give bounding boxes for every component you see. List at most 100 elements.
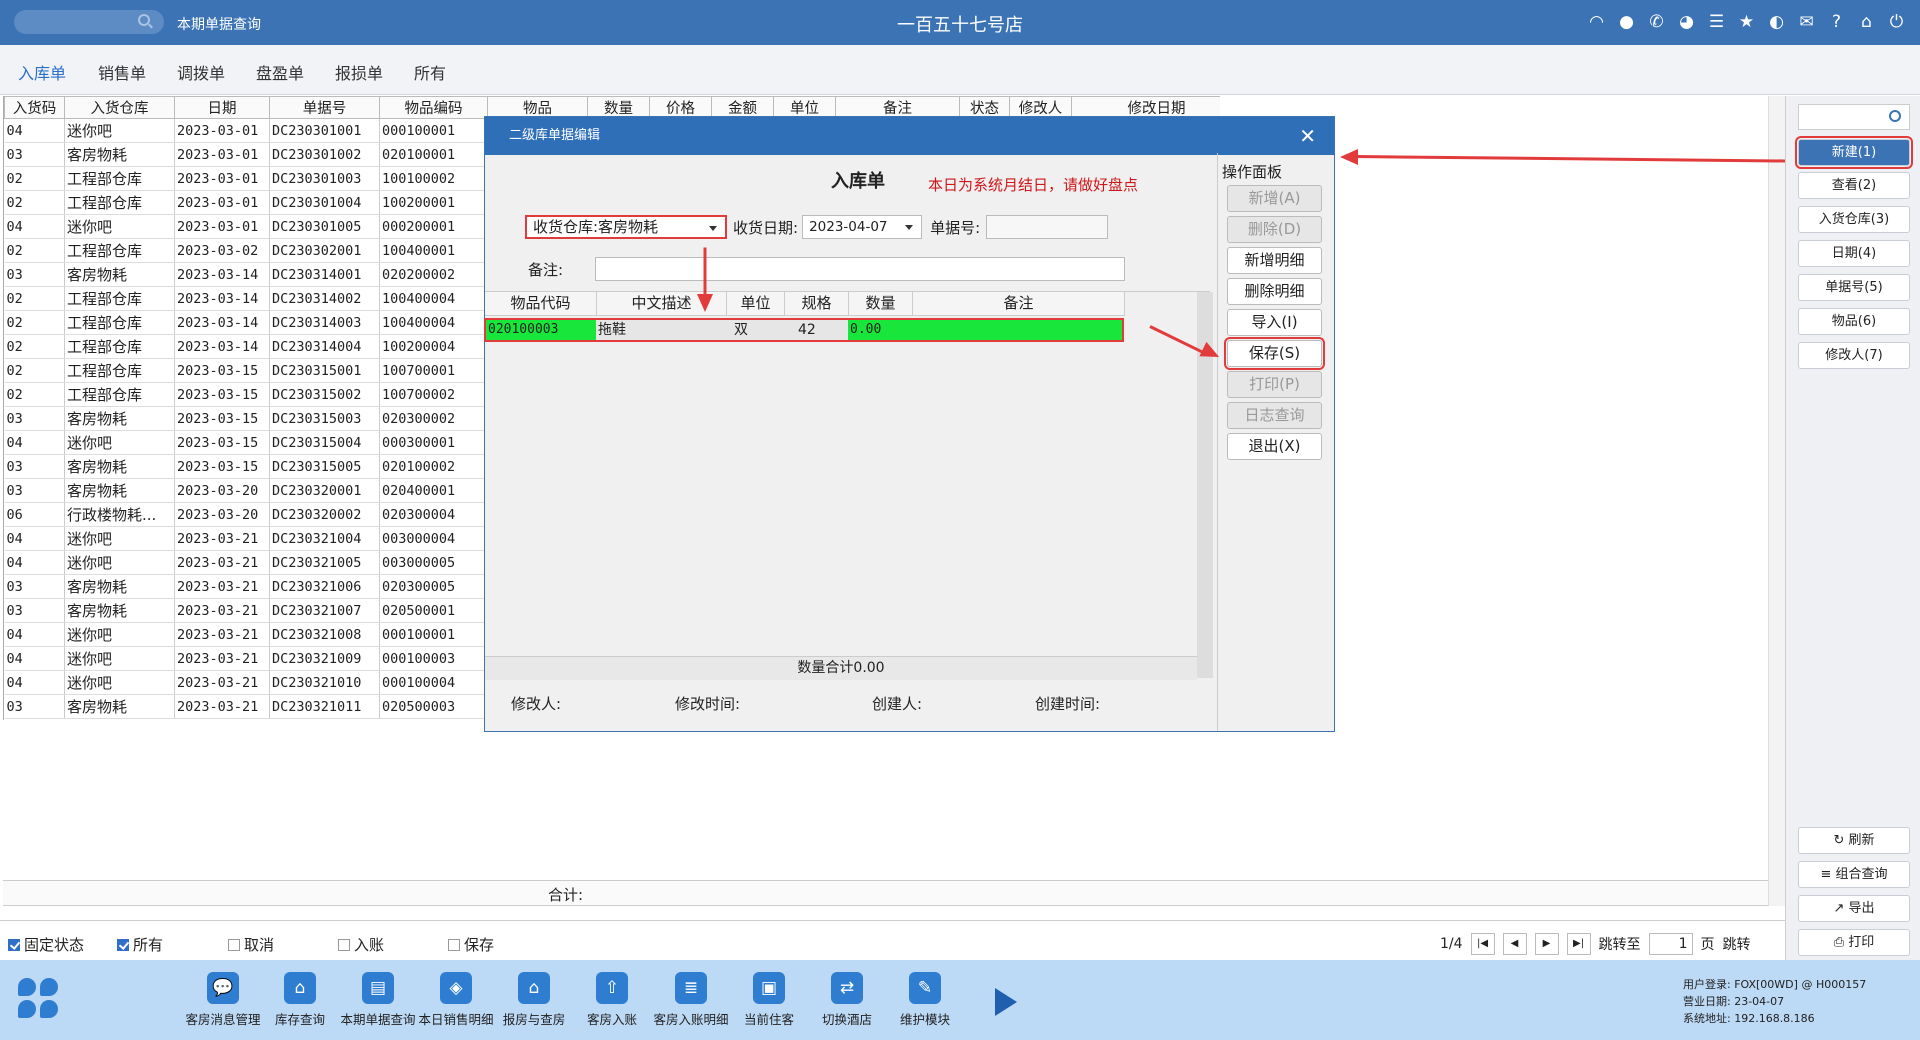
table-cell: 客房物耗 — [64, 406, 175, 431]
checkbox-icon[interactable] — [8, 938, 20, 951]
cell-spec[interactable]: 42 — [784, 320, 848, 340]
checkbox-icon[interactable] — [228, 938, 240, 951]
table-cell: 03 — [4, 478, 65, 503]
cell-item-code[interactable]: 020100003 — [486, 320, 596, 340]
col-spec: 规格 — [785, 292, 849, 316]
filter-cancelled[interactable]: 取消 — [228, 934, 274, 955]
print-doc-button[interactable]: 打印(P) — [1227, 371, 1322, 398]
filter-posted[interactable]: 入账 — [338, 934, 384, 955]
first-page-icon[interactable]: |◀ — [1470, 933, 1495, 955]
button-label: 打印 — [1848, 935, 1875, 950]
print-button[interactable]: ⎙ 打印 — [1798, 929, 1910, 956]
save-button[interactable]: 保存(S) — [1224, 337, 1325, 370]
log-query-button[interactable]: 日志查询 — [1227, 402, 1322, 429]
column-header[interactable]: 单据号 — [269, 96, 380, 119]
taskbar-period-docs[interactable]: ▤ 本期单据查询 — [338, 972, 418, 1028]
receive-date-picker[interactable]: 2023-04-07 — [802, 215, 923, 239]
menu-icon[interactable]: ☰ — [1705, 10, 1728, 34]
delete-detail-button[interactable]: 删除明细 — [1227, 278, 1322, 305]
cell-unit[interactable]: 双 — [726, 320, 784, 340]
dialog-header: 二级库单据编辑 ✕ — [485, 117, 1334, 155]
col-quantity: 数量 — [849, 292, 913, 316]
grid-vertical-scrollbar[interactable] — [1768, 96, 1785, 906]
last-page-icon[interactable]: ▶| — [1566, 933, 1591, 955]
more-arrow-icon[interactable] — [995, 988, 1017, 1016]
cell-description[interactable]: 拖鞋 — [596, 320, 726, 340]
next-page-icon[interactable]: ▶ — [1534, 933, 1559, 955]
power-icon[interactable]: ⏻ — [1885, 10, 1908, 34]
column-header[interactable]: 日期 — [174, 96, 270, 119]
cell-quantity[interactable]: 0.00 — [848, 320, 912, 340]
table-cell: 工程部仓库 — [64, 334, 175, 359]
prev-page-icon[interactable]: ◀ — [1502, 933, 1527, 955]
page-input[interactable]: 1 — [1648, 933, 1693, 955]
taskbar-posting-detail[interactable]: ≣ 客房入账明细 — [651, 972, 731, 1028]
taskbar-room-check[interactable]: ⌂ 报房与查房 — [494, 972, 574, 1028]
tab-all[interactable]: 所有 — [414, 60, 446, 84]
checkbox-icon[interactable] — [448, 938, 460, 951]
table-cell: 020200002 — [379, 262, 488, 287]
exit-button[interactable]: 退出(X) — [1227, 433, 1322, 460]
warehouse-select[interactable]: 收货仓库:客房物耗 — [525, 215, 727, 239]
sort-modifier-button[interactable]: 修改人(7) — [1798, 342, 1910, 369]
tab-surplus[interactable]: 盘盈单 — [256, 60, 304, 84]
add-detail-button[interactable]: 新增明细 — [1227, 247, 1322, 274]
add-button[interactable]: 新增(A) — [1227, 185, 1322, 212]
sort-docno-button[interactable]: 单据号(5) — [1798, 274, 1910, 301]
tab-transfer[interactable]: 调拨单 — [177, 60, 225, 84]
table-cell: 04 — [4, 550, 65, 575]
tab-sales[interactable]: 销售单 — [98, 60, 146, 84]
taskbar-room-messages[interactable]: 💬 客房消息管理 — [183, 972, 263, 1028]
tab-inbound[interactable]: 入库单 — [13, 60, 71, 98]
filter-fixed-status[interactable]: 固定状态 — [8, 934, 84, 955]
form-title: 入库单 — [831, 171, 885, 192]
wifi-icon[interactable]: ◠ — [1585, 10, 1608, 34]
sort-item-button[interactable]: 物品(6) — [1798, 308, 1910, 335]
delete-button[interactable]: 删除(D) — [1227, 216, 1322, 243]
taskbar-maintenance[interactable]: ✎ 维护模块 — [885, 972, 965, 1028]
chat-icon[interactable]: ● — [1615, 10, 1638, 34]
taskbar-inventory-query[interactable]: ⌂ 库存查询 — [260, 972, 340, 1028]
mail-icon[interactable]: ✉ — [1795, 10, 1818, 34]
filter-saved[interactable]: 保存 — [448, 934, 494, 955]
button-label: 导出 — [1848, 901, 1875, 916]
column-header[interactable]: 入货仓库 — [64, 96, 175, 119]
column-header[interactable]: 物品编码 — [379, 96, 488, 119]
table-cell: 迷你吧 — [64, 526, 175, 551]
remark-input[interactable] — [595, 257, 1125, 281]
cell-remark[interactable] — [912, 320, 1122, 340]
sort-date-button[interactable]: 日期(4) — [1798, 240, 1910, 267]
star-icon[interactable]: ★ — [1735, 10, 1758, 34]
table-cell: 迷你吧 — [64, 118, 175, 143]
taskbar-daily-sales[interactable]: ◈ 本日销售明细 — [416, 972, 496, 1028]
jump-button[interactable]: 跳转 — [1723, 934, 1751, 954]
tab-loss[interactable]: 报损单 — [335, 60, 383, 84]
taskbar-switch-hotel[interactable]: ⇄ 切换酒店 — [807, 972, 887, 1028]
phone-icon[interactable]: ✆ — [1645, 10, 1668, 34]
theme-icon[interactable]: ◐ — [1765, 10, 1788, 34]
column-header[interactable]: 入货码 — [4, 96, 65, 119]
panel-search-input[interactable] — [1798, 104, 1910, 130]
checkbox-icon[interactable] — [117, 938, 129, 951]
new-button[interactable]: 新建(1) — [1795, 136, 1913, 169]
import-button[interactable]: 导入(I) — [1227, 309, 1322, 336]
filter-all[interactable]: 所有 — [117, 934, 163, 955]
help-icon[interactable]: ? — [1825, 10, 1848, 34]
export-button[interactable]: ↗ 导出 — [1798, 895, 1910, 922]
palette-icon[interactable]: ◕ — [1675, 10, 1698, 34]
sort-warehouse-button[interactable]: 入货仓库(3) — [1798, 206, 1910, 233]
close-icon[interactable]: ✕ — [1299, 117, 1316, 155]
home-icon[interactable]: ⌂ — [1855, 10, 1878, 34]
detail-row[interactable]: 020100003 拖鞋 双 42 0.00 — [484, 318, 1124, 342]
doc-number-label: 单据号: — [930, 218, 981, 237]
taskbar-room-posting[interactable]: ⇧ 客房入账 — [572, 972, 652, 1028]
table-cell: 04 — [4, 670, 65, 695]
table-cell: 100700001 — [379, 358, 488, 383]
view-button[interactable]: 查看(2) — [1798, 172, 1910, 199]
combined-query-button[interactable]: ≡ 组合查询 — [1798, 861, 1910, 888]
taskbar-current-guests[interactable]: ▣ 当前住客 — [729, 972, 809, 1028]
table-cell: 迷你吧 — [64, 214, 175, 239]
right-action-panel: 新建(1) 查看(2) 入货仓库(3) 日期(4) 单据号(5) 物品(6) 修… — [1785, 96, 1920, 960]
refresh-button[interactable]: ↻ 刷新 — [1798, 827, 1910, 854]
checkbox-icon[interactable] — [338, 938, 350, 951]
